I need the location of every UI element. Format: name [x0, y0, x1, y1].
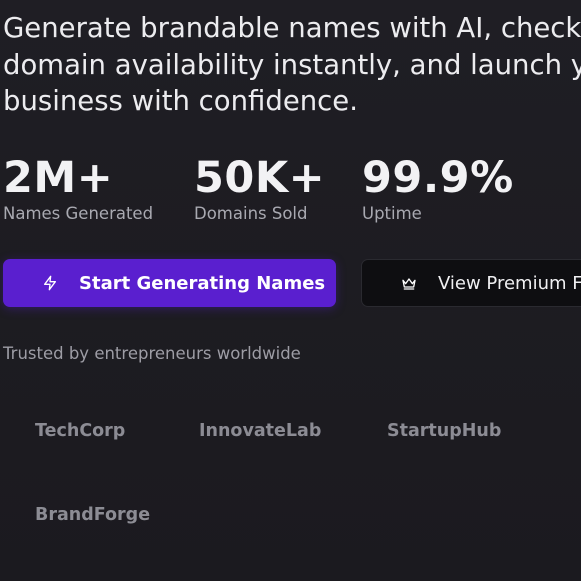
landing-page: Generate brandable names with AI, check …	[0, 0, 581, 581]
trusted-text: Trusted by entrepreneurs worldwide	[3, 344, 301, 363]
logo-techcorp: TechCorp	[35, 421, 126, 441]
hero-headline-line: business with confidence.	[3, 85, 358, 117]
stat-domains-sold: 50K+ Domains Sold	[194, 152, 325, 224]
crown-icon	[400, 274, 418, 292]
view-premium-button[interactable]: View Premium Features	[361, 259, 581, 307]
stat-label: Names Generated	[3, 204, 154, 223]
stat-names-generated: 2M+ Names Generated	[3, 152, 153, 224]
start-generating-button[interactable]: Start Generating Names	[3, 259, 336, 307]
stat-label: Domains Sold	[194, 204, 308, 223]
logo-brandforge: BrandForge	[35, 505, 151, 525]
view-premium-label: View Premium Features	[438, 272, 581, 294]
hero-headline-line: domain availability instantly, and launc…	[3, 48, 581, 81]
stat-value: 99.9%	[362, 153, 514, 203]
stat-uptime: 99.9% Uptime	[362, 152, 514, 224]
logo-startuphub: StartupHub	[387, 421, 502, 441]
stat-value: 2M+	[3, 153, 114, 203]
lightning-icon	[41, 274, 59, 292]
stat-value: 50K+	[194, 153, 326, 203]
logo-innovatelab: InnovateLab	[199, 421, 322, 441]
hero-headline: Generate brandable names with AI, check …	[3, 10, 581, 120]
stat-label: Uptime	[362, 204, 422, 223]
start-generating-label: Start Generating Names	[79, 272, 326, 294]
hero-headline-line: Generate brandable names with AI, check	[3, 12, 581, 44]
